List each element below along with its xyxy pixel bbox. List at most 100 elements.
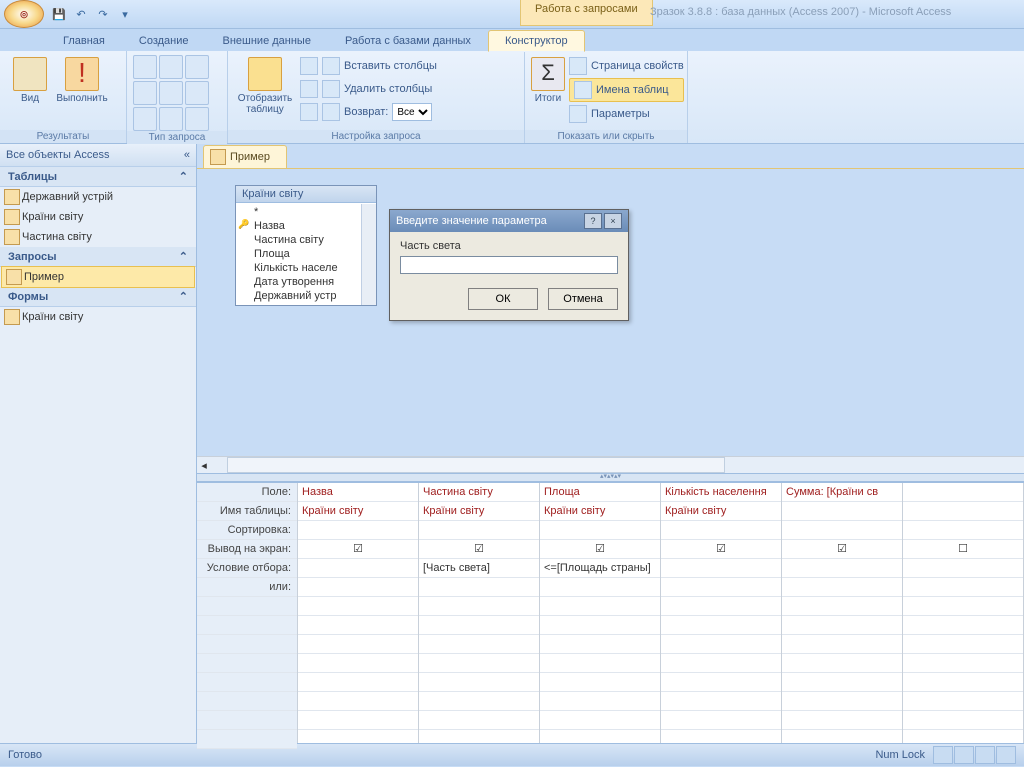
- group-results: Результаты: [0, 130, 126, 143]
- object-icon: [4, 309, 20, 325]
- qat-dropdown-icon[interactable]: ▾: [116, 5, 134, 23]
- help-icon[interactable]: ?: [584, 213, 602, 229]
- view-button[interactable]: Вид: [6, 53, 54, 104]
- chevron-up-icon: ⌃: [179, 250, 188, 263]
- datasheet-icon: [13, 57, 47, 91]
- run-icon: !: [65, 57, 99, 91]
- object-icon: [4, 209, 20, 225]
- close-icon[interactable]: ×: [604, 213, 622, 229]
- document-tab[interactable]: Пример: [203, 145, 287, 168]
- ribbon-tabs: Главная Создание Внешние данные Работа с…: [0, 29, 1024, 51]
- property-sheet-icon: [569, 57, 587, 75]
- grid-column[interactable]: ПлощаКраїни світу☑<=[Площадь страны]: [540, 483, 661, 743]
- group-show-hide: Показать или скрыть: [525, 130, 687, 143]
- show-table-button[interactable]: Отобразить таблицу: [234, 53, 296, 115]
- object-icon: [6, 269, 22, 285]
- object-icon: [4, 229, 20, 245]
- tab-external-data[interactable]: Внешние данные: [206, 30, 328, 51]
- chevron-up-icon: ⌃: [179, 170, 188, 183]
- run-button[interactable]: !Выполнить: [58, 53, 106, 104]
- grid-row-label: или:: [197, 578, 297, 597]
- tab-database-tools[interactable]: Работа с базами данных: [328, 30, 488, 51]
- tab-design[interactable]: Конструктор: [488, 30, 585, 52]
- numlock-indicator: Num Lock: [875, 749, 925, 761]
- tab-home[interactable]: Главная: [46, 30, 122, 51]
- ribbon: Вид !Выполнить Результаты Тип запроса От…: [0, 51, 1024, 144]
- insert-columns-icon: [322, 57, 340, 75]
- field-item[interactable]: Дата утворення: [236, 275, 376, 289]
- insert-rows-icon: [300, 57, 318, 75]
- grid-row-label: Вывод на экран:: [197, 540, 297, 559]
- save-icon[interactable]: 💾: [50, 5, 68, 23]
- splitter[interactable]: ▴▾▴▾▴▾: [197, 473, 1024, 482]
- return-icon: [322, 103, 340, 121]
- dialog-title: Введите значение параметра: [396, 215, 547, 227]
- nav-group-header[interactable]: Таблицы⌃: [0, 167, 196, 187]
- field-item[interactable]: Державний устр: [236, 289, 376, 303]
- grid-column[interactable]: Сумма: [Країни св☑: [782, 483, 903, 743]
- quick-access-toolbar: 💾 ↶ ↷ ▾: [50, 5, 134, 23]
- nav-header[interactable]: Все объекты Access«: [0, 144, 196, 167]
- builder-icon: [300, 103, 318, 121]
- nav-item[interactable]: Країни світу: [0, 307, 196, 327]
- grid-column[interactable]: ☐: [903, 483, 1024, 743]
- grid-row-label: Сортировка:: [197, 521, 297, 540]
- field-item[interactable]: *: [236, 205, 376, 219]
- return-select[interactable]: Все: [392, 103, 432, 121]
- nav-item[interactable]: Пример: [1, 266, 195, 288]
- nav-item[interactable]: Країни світу: [0, 207, 196, 227]
- nav-group-header[interactable]: Запросы⌃: [0, 247, 196, 267]
- scrollbar[interactable]: [361, 204, 376, 305]
- tab-create[interactable]: Создание: [122, 30, 206, 51]
- grid-row-label: Поле:: [197, 483, 297, 502]
- status-bar: Готово Num Lock: [0, 743, 1024, 766]
- status-text: Готово: [8, 749, 42, 761]
- show-table-icon: [248, 57, 282, 91]
- parameters-button[interactable]: Параметры: [569, 103, 684, 125]
- horizontal-scrollbar[interactable]: ◂: [197, 456, 1024, 473]
- nav-item[interactable]: Державний устрій: [0, 187, 196, 207]
- document-area: Пример Країни світу *НазваЧастина світуП…: [197, 144, 1024, 743]
- cancel-button[interactable]: Отмена: [548, 288, 618, 310]
- delete-columns-button[interactable]: Удалить столбцы: [322, 78, 437, 100]
- insert-rows-button[interactable]: [300, 55, 318, 77]
- parameter-dialog: Введите значение параметра?× Часть света…: [389, 209, 629, 321]
- title-bar: ◎ 💾 ↶ ↷ ▾ Работа с запросами Зразок 3.8.…: [0, 0, 1024, 29]
- undo-icon[interactable]: ↶: [72, 5, 90, 23]
- chevron-left-icon[interactable]: «: [184, 149, 190, 161]
- table-title: Країни світу: [236, 186, 376, 203]
- field-item[interactable]: Площа: [236, 247, 376, 261]
- return-row: Возврат:Все: [322, 101, 437, 123]
- redo-icon[interactable]: ↷: [94, 5, 112, 23]
- query-icon: [210, 149, 226, 165]
- grid-column[interactable]: Кількість населенняКраїни світу☑: [661, 483, 782, 743]
- grid-column[interactable]: НазваКраїни світу☑: [298, 483, 419, 743]
- view-shortcuts[interactable]: [933, 746, 1016, 764]
- field-item[interactable]: Частина світу: [236, 233, 376, 247]
- nav-item[interactable]: Частина світу: [0, 227, 196, 247]
- table-names-button[interactable]: Имена таблиц: [569, 78, 684, 102]
- delete-rows-button[interactable]: [300, 78, 318, 100]
- field-item[interactable]: Назва: [236, 219, 376, 233]
- contextual-title: Работа с запросами: [520, 0, 653, 26]
- grid-row-label: Имя таблицы:: [197, 502, 297, 521]
- ok-button[interactable]: ОК: [468, 288, 538, 310]
- group-query-setup: Настройка запроса: [228, 130, 524, 143]
- nav-group-header[interactable]: Формы⌃: [0, 287, 196, 307]
- delete-rows-icon: [300, 80, 318, 98]
- property-sheet-button[interactable]: Страница свойств: [569, 55, 684, 77]
- office-button[interactable]: ◎: [4, 0, 44, 28]
- field-item[interactable]: Кількість населе: [236, 261, 376, 275]
- dialog-label: Часть света: [400, 240, 618, 252]
- insert-columns-button[interactable]: Вставить столбцы: [322, 55, 437, 77]
- totals-button[interactable]: ΣИтоги: [531, 53, 565, 104]
- query-type-buttons[interactable]: [133, 53, 209, 131]
- group-query-type: Тип запроса: [127, 131, 227, 144]
- query-design-surface[interactable]: Країни світу *НазваЧастина світуПлощаКіл…: [197, 168, 1024, 473]
- chevron-up-icon: ⌃: [179, 290, 188, 303]
- builder-button[interactable]: [300, 101, 318, 123]
- table-field-list[interactable]: Країни світу *НазваЧастина світуПлощаКіл…: [235, 185, 377, 306]
- object-icon: [4, 189, 20, 205]
- grid-column[interactable]: Частина світуКраїни світу☑[Часть света]: [419, 483, 540, 743]
- parameter-input[interactable]: [400, 256, 618, 274]
